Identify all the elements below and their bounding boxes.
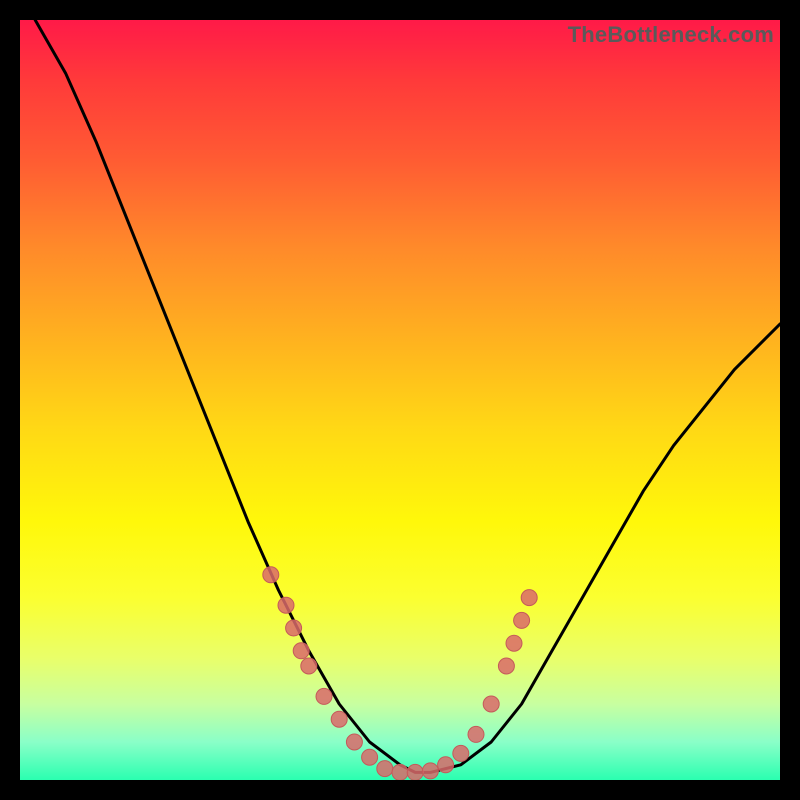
curve-marker [377,761,393,777]
curve-marker [286,620,302,636]
curve-marker [392,764,408,780]
curve-marker [438,757,454,773]
curve-marker [362,749,378,765]
curve-marker [316,688,332,704]
curve-marker [498,658,514,674]
curve-marker [301,658,317,674]
watermark-text: TheBottleneck.com [568,22,774,48]
curve-marker [293,643,309,659]
curve-markers [263,567,537,780]
bottleneck-curve-path [35,20,780,772]
curve-marker [483,696,499,712]
chart-frame: TheBottleneck.com [20,20,780,780]
bottleneck-curve-svg [20,20,780,780]
curve-marker [263,567,279,583]
curve-marker [407,764,423,780]
curve-marker [468,726,484,742]
curve-marker [331,711,347,727]
curve-marker [422,763,438,779]
curve-marker [278,597,294,613]
curve-marker [514,612,530,628]
curve-marker [453,745,469,761]
curve-marker [521,590,537,606]
curve-marker [346,734,362,750]
curve-marker [506,635,522,651]
